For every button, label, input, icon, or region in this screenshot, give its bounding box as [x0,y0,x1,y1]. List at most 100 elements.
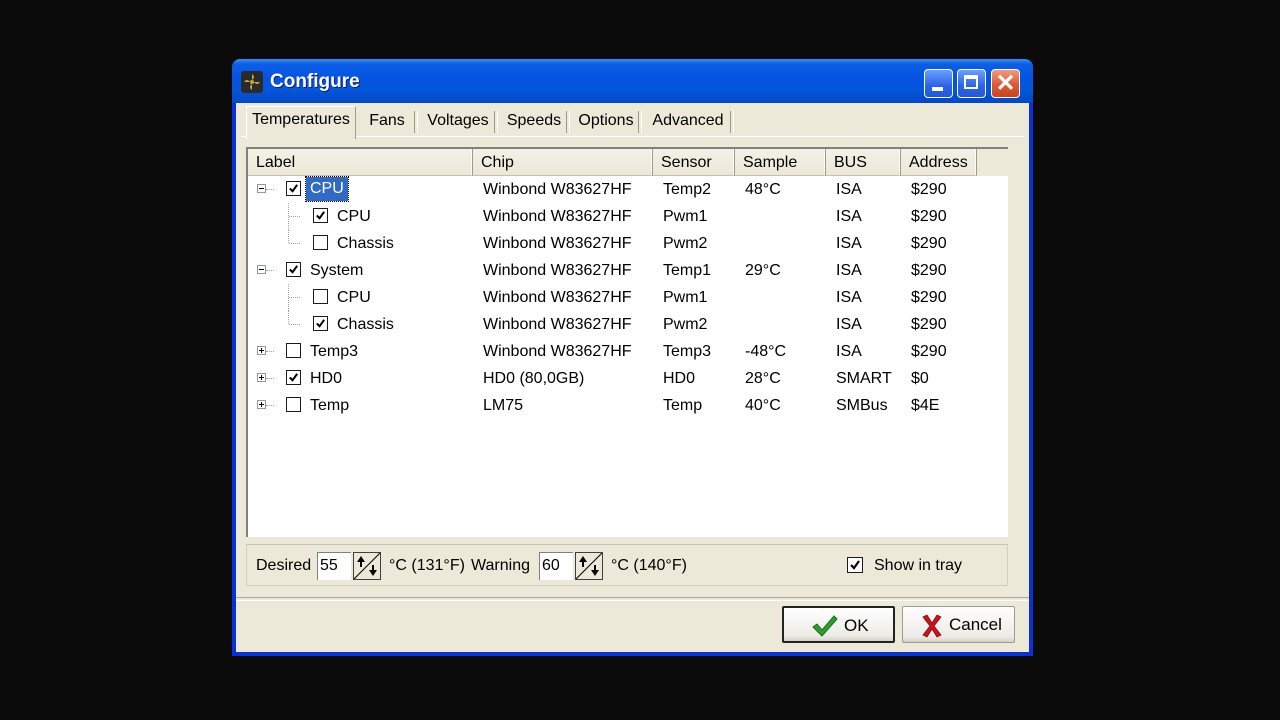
row-sample: 48°C [745,181,781,198]
table-row[interactable]: Chassis Winbond W83627HF Pwm2 ISA $290 [248,311,1008,338]
tree-connector [289,297,300,298]
desired-temp-input[interactable] [317,552,351,580]
row-label[interactable]: Chassis [337,230,394,257]
row-sensor: Pwm1 [663,289,708,306]
sensor-tree-list[interactable]: Label Chip Sensor Sample BUS Address CPU… [246,147,1008,537]
cancel-button[interactable]: Cancel [902,606,1015,643]
checkmark-icon [289,373,298,382]
warning-temp-unit: °C (140°F) [611,557,687,574]
sensor-enable-checkbox[interactable] [286,370,301,385]
column-header-label[interactable]: Label [248,149,473,176]
desired-temp-spinner[interactable] [353,552,381,580]
expand-plus-icon[interactable] [257,400,266,409]
row-label[interactable]: Temp [310,392,349,419]
row-sensor: HD0 [663,370,696,387]
sensor-enable-checkbox[interactable] [313,208,328,223]
row-label[interactable]: HD0 [310,365,342,392]
table-row[interactable]: System Winbond W83627HF Temp1 29°C ISA $290 [248,257,1008,284]
column-header-bus[interactable]: BUS [826,149,901,176]
tab-temperatures[interactable]: Temperatures [246,106,356,139]
tree-connector [266,189,274,190]
close-button[interactable]: ✕ [991,69,1020,98]
column-header-chip[interactable]: Chip [473,149,653,176]
row-sample: -48°C [745,343,787,360]
row-label[interactable]: CPU [337,284,371,311]
row-chip: Winbond W83627HF [483,262,632,279]
expand-plus-icon[interactable] [257,373,266,382]
sensor-enable-checkbox[interactable] [286,262,301,277]
row-bus: ISA [836,343,862,360]
warning-temp-spinner[interactable] [575,552,603,580]
row-sensor: Temp3 [663,343,712,360]
row-label[interactable]: Temp3 [310,338,358,365]
row-sensor: Pwm1 [663,208,708,225]
checkmark-icon [316,211,325,220]
row-address: $290 [911,262,947,279]
table-row[interactable]: CPU Winbond W83627HF Temp2 48°C ISA $290 [248,176,1008,203]
tab-fans[interactable]: Fans [356,108,418,137]
table-row[interactable]: Temp3 Winbond W83627HF Temp3 -48°C ISA $290 [248,338,1008,365]
collapse-minus-icon[interactable] [257,265,266,274]
title-bar[interactable]: Configure ✕ [232,59,1033,103]
row-label[interactable]: Chassis [337,311,394,338]
maximize-icon [964,75,978,89]
row-bus: ISA [836,289,862,306]
warning-temp-input[interactable] [539,552,573,580]
column-header-address[interactable]: Address [901,149,977,176]
collapse-minus-icon[interactable] [257,184,266,193]
red-x-icon [921,614,943,643]
tab-options[interactable]: Options [570,108,642,137]
table-row[interactable]: CPU Winbond W83627HF Pwm1 ISA $290 [248,284,1008,311]
row-label[interactable]: System [310,257,363,284]
sensor-enable-checkbox[interactable] [286,397,301,412]
tab-speeds[interactable]: Speeds [498,108,570,137]
tab-advanced[interactable]: Advanced [642,108,734,137]
row-chip: Winbond W83627HF [483,181,632,198]
table-row[interactable]: Chassis Winbond W83627HF Pwm2 ISA $290 [248,230,1008,257]
row-chip: Winbond W83627HF [483,343,632,360]
table-row[interactable]: Temp LM75 Temp 40°C SMBus $4E [248,392,1008,419]
sensor-enable-checkbox[interactable] [313,235,328,250]
row-chip: Winbond W83627HF [483,208,632,225]
cancel-label: Cancel [949,615,1002,634]
column-header-sensor[interactable]: Sensor [653,149,735,176]
tree-connector [288,311,289,324]
row-address: $290 [911,235,947,252]
row-bus: ISA [836,316,862,333]
column-header-sample[interactable]: Sample [735,149,826,176]
tree-connector [266,405,274,406]
maximize-button[interactable] [957,69,986,98]
window-title: Configure [270,71,360,92]
tree-connector [266,351,274,352]
row-chip: Winbond W83627HF [483,235,632,252]
row-bus: ISA [836,262,862,279]
spin-arrows-icon [575,552,603,580]
tree-connector [266,378,274,379]
row-sensor: Pwm2 [663,235,708,252]
row-address: $290 [911,208,947,225]
ok-button[interactable]: OK [782,606,895,643]
checkmark-icon [850,560,860,570]
expand-plus-icon[interactable] [257,346,266,355]
sensor-enable-checkbox[interactable] [313,316,328,331]
table-row[interactable]: CPU Winbond W83627HF Pwm1 ISA $290 [248,203,1008,230]
row-bus: ISA [836,181,862,198]
tree-connector [289,324,300,325]
tree-connector [266,270,274,271]
row-sensor: Temp1 [663,262,712,279]
sensor-enable-checkbox[interactable] [313,289,328,304]
sensor-enable-checkbox[interactable] [286,343,301,358]
table-row[interactable]: HD0 HD0 (80,0GB) HD0 28°C SMART $0 [248,365,1008,392]
button-bar-divider [236,597,1029,601]
row-label[interactable]: CPU [305,176,349,202]
tab-voltages[interactable]: Voltages [418,108,498,137]
row-bus: ISA [836,235,862,252]
close-icon: ✕ [995,70,1016,97]
minimize-button[interactable] [924,69,953,98]
row-label[interactable]: CPU [337,203,371,230]
tree-connector [289,243,300,244]
sensor-enable-checkbox[interactable] [286,181,301,196]
show-in-tray-label[interactable]: Show in tray [874,557,962,575]
show-in-tray-checkbox[interactable] [847,557,863,573]
threshold-settings: Desired °C (131°F) Warning °C (140°F) [246,544,1008,586]
